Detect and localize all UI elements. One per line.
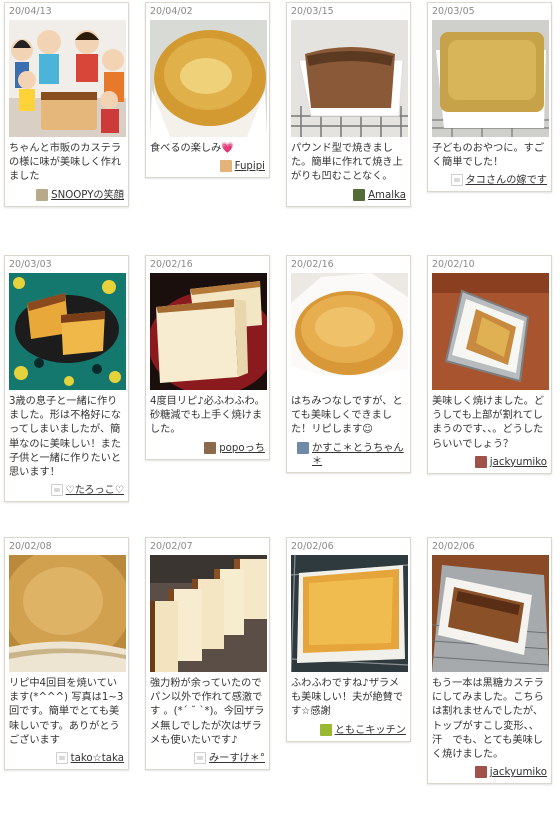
report-author[interactable]: ともこキッチン [287,720,410,741]
report-date: 20/02/10 [432,259,475,270]
default-user-avatar-icon[interactable] [450,174,463,187]
author-name-link[interactable]: かすこ＊とうちゃん＊ [312,442,406,468]
report-photo[interactable] [9,555,126,672]
author-name-link[interactable]: ♡たろっこ♡ [66,484,124,497]
report-photo[interactable] [150,273,267,390]
user-avatar-icon[interactable] [219,160,232,173]
report-card: 20/02/07 強力粉が余っていたのでパン以外で作れて感激です 。(*´ ˘ … [145,537,270,771]
report-date: 20/02/06 [432,541,475,552]
report-author[interactable]: jackyumiko [428,452,551,473]
author-name-link[interactable]: tako☆taka [71,752,124,765]
report-author[interactable]: Fupipi [146,156,269,177]
user-avatar-icon[interactable] [474,766,487,779]
report-date: 20/02/06 [291,541,334,552]
report-card: 20/02/10 美味しく焼けました。どうしても上部が割れてしまうのです、、。ど… [427,255,552,474]
report-comment: もう一本は黒糖カステラにしてみました。こちらは割れませんでしたが、トップがすこし… [432,678,544,761]
report-date: 20/04/13 [9,6,52,17]
user-avatar-icon[interactable] [204,441,217,454]
report-author[interactable]: popoっち [146,438,269,459]
author-name-link[interactable]: タコさんの嫁です [466,174,548,187]
report-card: 20/02/16 はちみつなしですが、とても美味しくできました！リピします☺ か… [286,255,411,473]
report-author[interactable]: タコさんの嫁です [428,170,551,191]
report-photo[interactable] [150,20,267,137]
report-card: 20/03/03 3歳の息子と一緒に作りました。形は不格好になってしまいましたが… [4,255,129,503]
default-user-avatar-icon[interactable] [50,484,63,497]
report-comment: はちみつなしですが、とても美味しくできました！リピします☺ [291,396,403,436]
report-author[interactable]: tako☆taka [5,748,128,769]
report-photo[interactable] [150,555,267,672]
author-name-link[interactable]: ともこキッチン [335,724,406,737]
report-date: 20/03/15 [291,6,334,17]
author-name-link[interactable]: SNOOPYの笑顔 [51,189,124,202]
report-card: 20/03/05 子どものおやつに。すごく簡単でした！ タコさんの嫁です [427,2,552,193]
report-card: 20/02/06 ふわふわですね♪ザラメも美味しい！夫が絶賛です☆感謝 ともこキ… [286,537,411,742]
report-date: 20/02/16 [150,259,193,270]
user-avatar-icon[interactable] [353,188,366,201]
report-author[interactable]: Amalka [287,185,410,206]
report-date: 20/02/08 [9,541,52,552]
report-date: 20/02/07 [150,541,193,552]
report-card: 20/02/16 4度目リピ♪必ふわふわ。砂糖減でも上手く焼けました。 popo… [145,255,270,460]
report-comment: 強力粉が余っていたのでパン以外で作れて感激です 。(*´ ˘ `*)。今回ザラメ… [150,678,265,746]
report-date: 20/04/02 [150,6,193,17]
report-author[interactable]: SNOOPYの笑顔 [5,185,128,206]
author-name-link[interactable]: みーすけ＊° [209,752,265,765]
report-comment: ちゃんと市販のカステラの様に味が美味しく作れました [9,143,122,183]
report-photo[interactable] [291,20,408,137]
user-avatar-icon[interactable] [297,441,309,454]
report-comment: 3歳の息子と一緒に作りました。形は不格好になってしまいましたが、簡単なのに美味し… [9,396,122,479]
report-comment: 美味しく焼けました。どうしても上部が割れてしまうのです、、。どうしたらいいでしょ… [432,396,545,450]
report-card: 20/02/06 もう一本は黒糖カステラにしてみました。こちらは割れませんでした… [427,537,552,785]
report-date: 20/02/16 [291,259,334,270]
report-card: 20/02/08 リピ中4回目を焼いています(*^^^) 写真は1~3回です。簡… [4,537,129,771]
report-comment: 子どものおやつに。すごく簡単でした！ [432,143,545,169]
report-date: 20/03/03 [9,259,52,270]
report-date: 20/03/05 [432,6,475,17]
report-photo[interactable] [432,273,549,390]
report-card: 20/04/13 ちゃんと市販のカステラの様に味が美味しく作れました SNOOP… [4,2,129,207]
report-photo[interactable] [291,555,408,672]
report-card: 20/04/02 食べるの楽しみ💗 Fupipi [145,2,270,179]
report-photo[interactable] [291,273,408,390]
report-comment: ふわふわですね♪ザラメも美味しい！夫が絶賛です☆感謝 [291,678,404,718]
report-author[interactable]: jackyumiko [428,762,551,783]
report-photo[interactable] [9,20,126,137]
user-avatar-icon[interactable] [36,188,49,201]
report-comment: 食べるの楽しみ💗 [150,143,234,154]
report-author[interactable]: ♡たろっこ♡ [5,480,128,501]
author-name-link[interactable]: Amalka [368,189,406,202]
author-name-link[interactable]: popoっち [219,442,265,455]
report-author[interactable]: かすこ＊とうちゃん＊ [287,438,410,472]
report-comment: リピ中4回目を焼いています(*^^^) 写真は1~3回です。簡単でとても美味しい… [9,678,124,746]
user-avatar-icon[interactable] [319,723,332,736]
report-comment: 4度目リピ♪必ふわふわ。砂糖減でも上手く焼けました。 [150,396,265,436]
author-name-link[interactable]: jackyumiko [490,456,547,469]
report-photo[interactable] [432,555,549,672]
author-name-link[interactable]: Fupipi [235,160,265,173]
default-user-avatar-icon[interactable] [193,752,206,765]
report-comment: パウンド型で焼きました。簡単に作れて焼き上がりも凹むことなく。 [291,143,403,183]
author-name-link[interactable]: jackyumiko [490,766,547,779]
report-photo[interactable] [9,273,126,390]
report-author[interactable]: みーすけ＊° [146,748,269,769]
user-avatar-icon[interactable] [474,455,487,468]
report-photo[interactable] [432,20,549,137]
default-user-avatar-icon[interactable] [55,752,68,765]
report-card: 20/03/15 パウンド型で焼きました。簡単に作れて焼き上がりも凹むことなく。… [286,2,411,207]
